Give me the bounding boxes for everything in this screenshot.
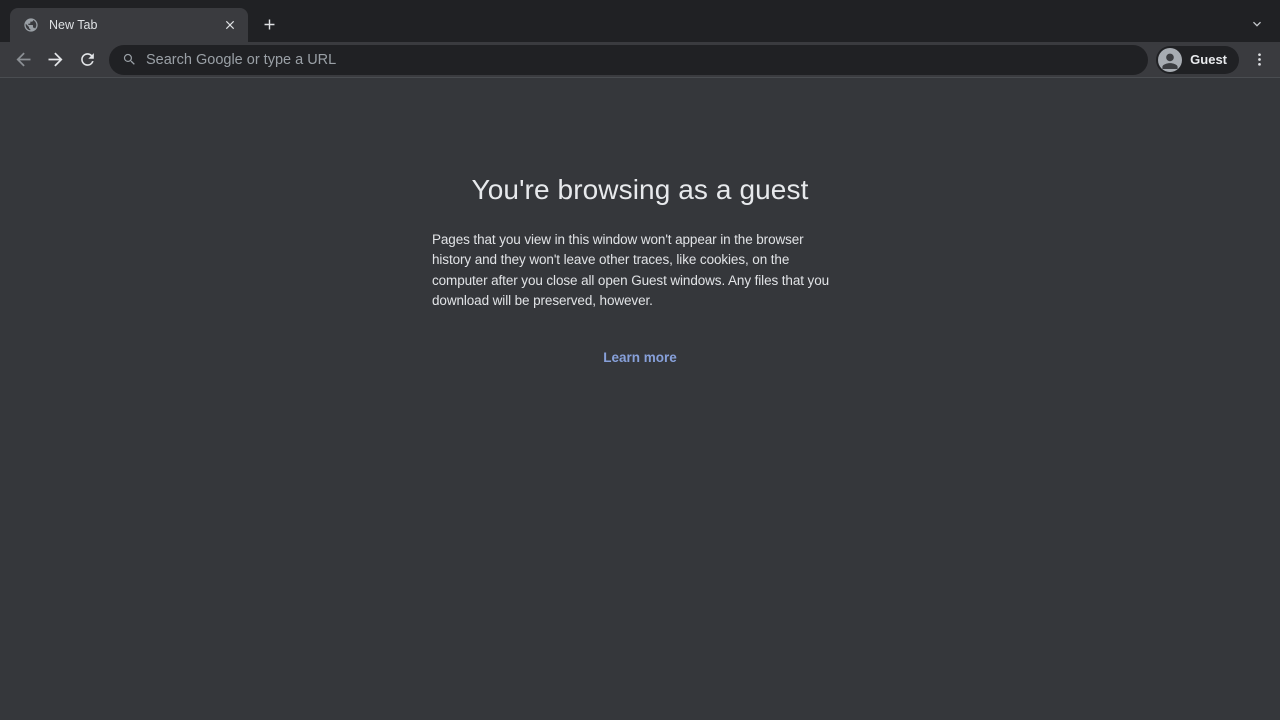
guest-description-line: history and they won't leave other trace… (432, 250, 848, 270)
person-avatar-icon (1158, 48, 1182, 72)
guest-description: Pages that you view in this window won't… (432, 230, 848, 312)
page-title: You're browsing as a guest (472, 174, 809, 206)
browser-menu-button[interactable] (1245, 46, 1273, 74)
forward-button[interactable] (40, 45, 70, 75)
close-icon[interactable] (220, 15, 240, 35)
chevron-down-icon[interactable] (1246, 13, 1268, 35)
guest-description-line: download will be preserved, however. (432, 291, 848, 311)
new-tab-button[interactable] (257, 12, 281, 36)
address-input[interactable] (146, 52, 1135, 68)
tab-title: New Tab (49, 18, 220, 32)
guest-description-line: computer after you close all open Guest … (432, 271, 848, 291)
back-button[interactable] (8, 45, 38, 75)
toolbar: Guest (0, 42, 1280, 78)
browser-window: New Tab (0, 0, 1280, 720)
reload-button[interactable] (72, 45, 102, 75)
globe-icon (23, 17, 39, 33)
guest-description-line: Pages that you view in this window won't… (432, 230, 848, 250)
address-bar[interactable] (109, 45, 1148, 75)
learn-more-link[interactable]: Learn more (603, 350, 677, 365)
tab-new-tab[interactable]: New Tab (10, 8, 248, 42)
search-icon (122, 52, 137, 67)
tab-strip: New Tab (0, 0, 1280, 42)
guest-label: Guest (1190, 52, 1227, 67)
guest-page: You're browsing as a guest Pages that yo… (0, 78, 1280, 719)
guest-profile-button[interactable]: Guest (1156, 46, 1239, 74)
